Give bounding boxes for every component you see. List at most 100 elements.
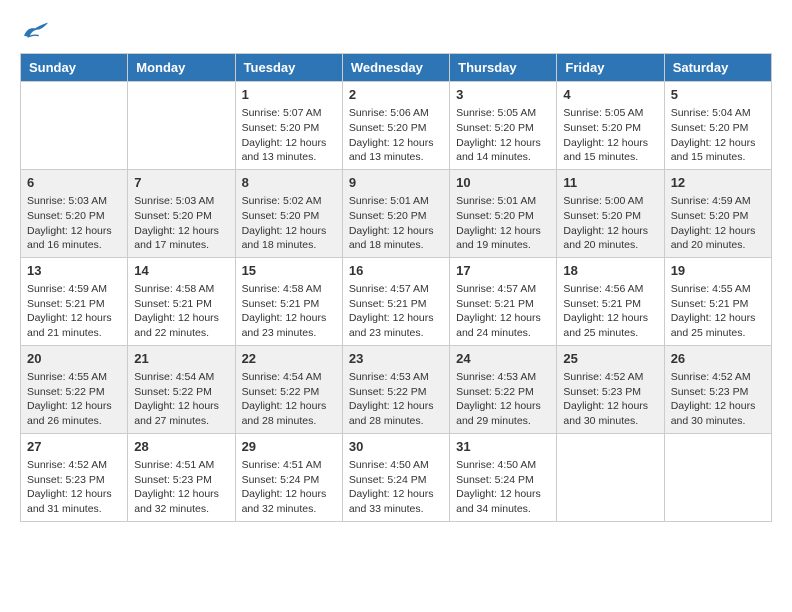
- calendar-cell: 22 Sunrise: 4:54 AM Sunset: 5:22 PM Dayli…: [235, 345, 342, 433]
- day-info: Sunrise: 4:52 AM Sunset: 5:23 PM Dayligh…: [563, 370, 657, 429]
- day-info: Sunrise: 5:04 AM Sunset: 5:20 PM Dayligh…: [671, 106, 765, 165]
- calendar-cell: [557, 433, 664, 521]
- day-number: 15: [242, 262, 336, 280]
- calendar-table: SundayMondayTuesdayWednesdayThursdayFrid…: [20, 53, 772, 522]
- day-number: 4: [563, 86, 657, 104]
- page-header: [20, 20, 772, 43]
- day-number: 1: [242, 86, 336, 104]
- day-info: Sunrise: 4:57 AM Sunset: 5:21 PM Dayligh…: [349, 282, 443, 341]
- calendar-cell: 26 Sunrise: 4:52 AM Sunset: 5:23 PM Dayli…: [664, 345, 771, 433]
- day-number: 3: [456, 86, 550, 104]
- logo-icon: [20, 21, 50, 43]
- day-number: 21: [134, 350, 228, 368]
- day-info: Sunrise: 4:52 AM Sunset: 5:23 PM Dayligh…: [671, 370, 765, 429]
- day-info: Sunrise: 5:03 AM Sunset: 5:20 PM Dayligh…: [27, 194, 121, 253]
- day-number: 10: [456, 174, 550, 192]
- calendar-cell: [21, 82, 128, 170]
- day-number: 30: [349, 438, 443, 456]
- day-number: 25: [563, 350, 657, 368]
- day-number: 11: [563, 174, 657, 192]
- calendar-cell: 6 Sunrise: 5:03 AM Sunset: 5:20 PM Daylig…: [21, 169, 128, 257]
- calendar-cell: [128, 82, 235, 170]
- day-info: Sunrise: 4:52 AM Sunset: 5:23 PM Dayligh…: [27, 458, 121, 517]
- day-number: 26: [671, 350, 765, 368]
- calendar-cell: 5 Sunrise: 5:04 AM Sunset: 5:20 PM Daylig…: [664, 82, 771, 170]
- calendar-cell: 19Sunrise: 4:55 AM Sunset: 5:21 PM Dayli…: [664, 257, 771, 345]
- day-info: Sunrise: 5:01 AM Sunset: 5:20 PM Dayligh…: [349, 194, 443, 253]
- day-info: Sunrise: 5:05 AM Sunset: 5:20 PM Dayligh…: [563, 106, 657, 165]
- calendar-cell: 11 Sunrise: 5:00 AM Sunset: 5:20 PM Dayli…: [557, 169, 664, 257]
- day-info: Sunrise: 5:05 AM Sunset: 5:20 PM Dayligh…: [456, 106, 550, 165]
- calendar-cell: 31Sunrise: 4:50 AM Sunset: 5:24 PM Dayli…: [450, 433, 557, 521]
- calendar-cell: 30 Sunrise: 4:50 AM Sunset: 5:24 PM Dayli…: [342, 433, 449, 521]
- calendar-cell: 25 Sunrise: 4:52 AM Sunset: 5:23 PM Dayli…: [557, 345, 664, 433]
- day-number: 14: [134, 262, 228, 280]
- weekday-header-thursday: Thursday: [450, 54, 557, 82]
- calendar-week-5: 27 Sunrise: 4:52 AM Sunset: 5:23 PM Dayli…: [21, 433, 772, 521]
- calendar-cell: 7 Sunrise: 5:03 AM Sunset: 5:20 PM Daylig…: [128, 169, 235, 257]
- day-info: Sunrise: 5:02 AM Sunset: 5:20 PM Dayligh…: [242, 194, 336, 253]
- day-info: Sunrise: 4:51 AM Sunset: 5:23 PM Dayligh…: [134, 458, 228, 517]
- calendar-cell: 20 Sunrise: 4:55 AM Sunset: 5:22 PM Dayli…: [21, 345, 128, 433]
- day-info: Sunrise: 4:58 AM Sunset: 5:21 PM Dayligh…: [242, 282, 336, 341]
- calendar-cell: 4 Sunrise: 5:05 AM Sunset: 5:20 PM Daylig…: [557, 82, 664, 170]
- calendar-cell: 13 Sunrise: 4:59 AM Sunset: 5:21 PM Dayli…: [21, 257, 128, 345]
- calendar-cell: 29 Sunrise: 4:51 AM Sunset: 5:24 PM Dayli…: [235, 433, 342, 521]
- calendar-cell: 10Sunrise: 5:01 AM Sunset: 5:20 PM Dayli…: [450, 169, 557, 257]
- day-info: Sunrise: 4:58 AM Sunset: 5:21 PM Dayligh…: [134, 282, 228, 341]
- day-info: Sunrise: 4:54 AM Sunset: 5:22 PM Dayligh…: [242, 370, 336, 429]
- day-info: Sunrise: 5:06 AM Sunset: 5:20 PM Dayligh…: [349, 106, 443, 165]
- day-number: 27: [27, 438, 121, 456]
- day-info: Sunrise: 4:56 AM Sunset: 5:21 PM Dayligh…: [563, 282, 657, 341]
- calendar-cell: 2 Sunrise: 5:06 AM Sunset: 5:20 PM Daylig…: [342, 82, 449, 170]
- day-info: Sunrise: 4:53 AM Sunset: 5:22 PM Dayligh…: [456, 370, 550, 429]
- day-info: Sunrise: 5:07 AM Sunset: 5:20 PM Dayligh…: [242, 106, 336, 165]
- calendar-cell: 18 Sunrise: 4:56 AM Sunset: 5:21 PM Dayli…: [557, 257, 664, 345]
- day-number: 5: [671, 86, 765, 104]
- day-info: Sunrise: 4:50 AM Sunset: 5:24 PM Dayligh…: [456, 458, 550, 517]
- day-number: 13: [27, 262, 121, 280]
- calendar-cell: 21 Sunrise: 4:54 AM Sunset: 5:22 PM Dayli…: [128, 345, 235, 433]
- day-number: 29: [242, 438, 336, 456]
- day-number: 17: [456, 262, 550, 280]
- day-info: Sunrise: 4:57 AM Sunset: 5:21 PM Dayligh…: [456, 282, 550, 341]
- day-number: 12: [671, 174, 765, 192]
- weekday-header-tuesday: Tuesday: [235, 54, 342, 82]
- weekday-header-friday: Friday: [557, 54, 664, 82]
- day-info: Sunrise: 4:50 AM Sunset: 5:24 PM Dayligh…: [349, 458, 443, 517]
- weekday-header-monday: Monday: [128, 54, 235, 82]
- day-info: Sunrise: 4:51 AM Sunset: 5:24 PM Dayligh…: [242, 458, 336, 517]
- day-number: 2: [349, 86, 443, 104]
- calendar-week-4: 20 Sunrise: 4:55 AM Sunset: 5:22 PM Dayli…: [21, 345, 772, 433]
- day-number: 6: [27, 174, 121, 192]
- day-number: 20: [27, 350, 121, 368]
- day-number: 8: [242, 174, 336, 192]
- day-info: Sunrise: 4:53 AM Sunset: 5:22 PM Dayligh…: [349, 370, 443, 429]
- calendar-cell: 17 Sunrise: 4:57 AM Sunset: 5:21 PM Dayli…: [450, 257, 557, 345]
- calendar-cell: 28 Sunrise: 4:51 AM Sunset: 5:23 PM Dayli…: [128, 433, 235, 521]
- logo: [20, 20, 54, 43]
- day-info: Sunrise: 4:54 AM Sunset: 5:22 PM Dayligh…: [134, 370, 228, 429]
- day-info: Sunrise: 4:55 AM Sunset: 5:22 PM Dayligh…: [27, 370, 121, 429]
- calendar-cell: 8 Sunrise: 5:02 AM Sunset: 5:20 PM Daylig…: [235, 169, 342, 257]
- day-info: Sunrise: 5:00 AM Sunset: 5:20 PM Dayligh…: [563, 194, 657, 253]
- weekday-header-sunday: Sunday: [21, 54, 128, 82]
- calendar-cell: 16 Sunrise: 4:57 AM Sunset: 5:21 PM Dayli…: [342, 257, 449, 345]
- day-number: 7: [134, 174, 228, 192]
- calendar-cell: 3 Sunrise: 5:05 AM Sunset: 5:20 PM Daylig…: [450, 82, 557, 170]
- calendar-cell: 12Sunrise: 4:59 AM Sunset: 5:20 PM Dayli…: [664, 169, 771, 257]
- day-number: 28: [134, 438, 228, 456]
- calendar-cell: 1 Sunrise: 5:07 AM Sunset: 5:20 PM Daylig…: [235, 82, 342, 170]
- calendar-cell: 14 Sunrise: 4:58 AM Sunset: 5:21 PM Dayli…: [128, 257, 235, 345]
- calendar-cell: [664, 433, 771, 521]
- weekday-header-saturday: Saturday: [664, 54, 771, 82]
- day-info: Sunrise: 5:03 AM Sunset: 5:20 PM Dayligh…: [134, 194, 228, 253]
- day-number: 18: [563, 262, 657, 280]
- day-number: 23: [349, 350, 443, 368]
- calendar-cell: 9Sunrise: 5:01 AM Sunset: 5:20 PM Daylig…: [342, 169, 449, 257]
- day-number: 22: [242, 350, 336, 368]
- weekday-header-wednesday: Wednesday: [342, 54, 449, 82]
- day-number: 16: [349, 262, 443, 280]
- day-info: Sunrise: 4:59 AM Sunset: 5:21 PM Dayligh…: [27, 282, 121, 341]
- calendar-cell: 27 Sunrise: 4:52 AM Sunset: 5:23 PM Dayli…: [21, 433, 128, 521]
